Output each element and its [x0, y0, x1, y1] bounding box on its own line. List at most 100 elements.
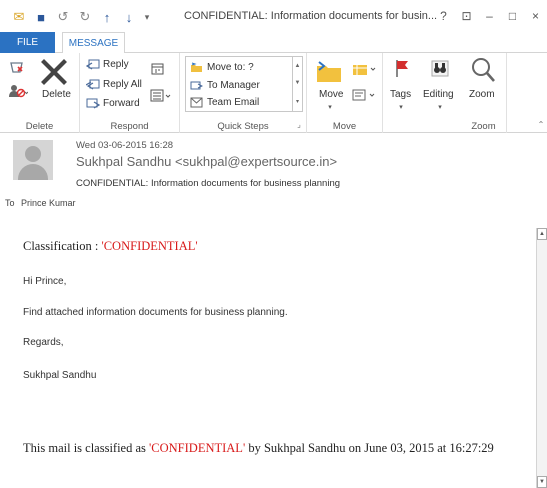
title-bar: ✉ ■ ↺ ↻ ↑ ↓ ▾ CONFIDENTIAL: Information …: [0, 0, 547, 32]
mail-icon: ✉: [13, 9, 25, 24]
binoculars-icon[interactable]: [429, 57, 451, 79]
move-dropdown-icon[interactable]: ▾: [326, 103, 334, 111]
quick-step-team-email[interactable]: Team Email: [189, 96, 259, 108]
quick-steps-gallery: Move to: ? To Manager Team Email ▲ ▼ ▾: [185, 56, 303, 112]
ribbon-tabs: FILE MESSAGE: [0, 32, 547, 54]
tab-file[interactable]: FILE: [0, 32, 55, 53]
quick-steps-group: Move to: ? To Manager Team Email ▲ ▼ ▾ ⌟: [180, 53, 307, 133]
move-group-label: Move: [332, 121, 357, 132]
team-email-icon: [189, 96, 203, 108]
delete-icon[interactable]: [40, 59, 68, 85]
reply-all-button[interactable]: Reply All: [86, 78, 142, 90]
footer-prefix: This mail is classified as: [23, 441, 150, 455]
undo-icon[interactable]: ↺: [52, 8, 74, 26]
editing-group: Editing ▾: [419, 53, 461, 133]
delete-button[interactable]: Delete: [42, 89, 71, 100]
respond-group-label: Respond: [110, 121, 149, 132]
tags-dropdown-icon[interactable]: ▾: [397, 103, 405, 111]
respond-group: Reply Reply All Forward Respond: [80, 53, 180, 133]
zoom-group-label: Zoom: [471, 121, 496, 132]
next-item-icon[interactable]: ↓: [118, 8, 140, 26]
move-folder-icon[interactable]: [315, 57, 343, 85]
reply-all-label: Reply All: [103, 78, 142, 90]
message-body: Classification : 'CONFIDENTIAL' Hi Princ…: [10, 225, 535, 488]
window-controls: ? ⊡ – □ ×: [432, 6, 547, 26]
tags-button[interactable]: Tags: [390, 89, 411, 100]
save-icon[interactable]: ■: [30, 8, 52, 26]
tab-message[interactable]: MESSAGE: [62, 32, 125, 54]
zoom-icon[interactable]: [469, 55, 497, 85]
forward-label: Forward: [103, 97, 140, 109]
reply-all-icon: [86, 78, 100, 90]
folder-arrow-icon: [189, 61, 203, 73]
scroll-up-icon[interactable]: ▲: [295, 63, 301, 69]
quick-step-team-email-label: Team Email: [207, 96, 260, 108]
avatar[interactable]: [13, 140, 53, 180]
rules-icon[interactable]: [351, 61, 377, 77]
more-respond-icon[interactable]: [150, 88, 172, 102]
classification-value: 'CONFIDENTIAL': [101, 239, 198, 253]
gallery-expand-icon[interactable]: ▾: [296, 98, 299, 105]
sent-date: Wed 03-06-2015 16:28: [76, 140, 174, 151]
editing-dropdown-icon[interactable]: ▾: [436, 103, 444, 111]
actions-icon[interactable]: [351, 87, 377, 103]
zoom-button[interactable]: Zoom: [469, 89, 495, 100]
footer-suffix: by Sukhpal Sandhu on June 03, 2015 at 16…: [245, 441, 494, 455]
help-button[interactable]: ?: [432, 6, 455, 26]
forward-manager-icon: [189, 79, 203, 91]
classification-line: Classification : 'CONFIDENTIAL': [23, 239, 198, 254]
forward-icon: [86, 97, 100, 109]
scroll-down-icon[interactable]: ▼: [295, 80, 301, 86]
recipient[interactable]: Prince Kumar: [21, 198, 76, 208]
message-header: Wed 03-06-2015 16:28 Sukhpal Sandhu <suk…: [0, 134, 547, 212]
avatar-body: [18, 164, 48, 180]
recipients-line: To Prince Kumar: [5, 198, 80, 208]
minimize-button[interactable]: –: [478, 6, 501, 26]
zoom-group: Zoom Zoom: [461, 53, 507, 133]
maximize-button[interactable]: □: [501, 6, 524, 26]
forward-button[interactable]: Forward: [86, 97, 140, 109]
quick-step-move-to-label: Move to: ?: [207, 61, 254, 73]
reply-button[interactable]: Reply: [86, 58, 129, 70]
greeting: Hi Prince,: [23, 276, 67, 287]
quick-step-move-to[interactable]: Move to: ?: [189, 61, 254, 73]
vertical-scrollbar[interactable]: ▲ ▼: [536, 228, 547, 488]
ribbon: Delete Delete Reply Reply All Forward Re…: [0, 53, 547, 133]
to-label: To: [5, 198, 15, 208]
delete-group-label: Delete: [25, 121, 54, 132]
quick-step-to-manager-label: To Manager: [207, 79, 260, 91]
editing-button[interactable]: Editing: [423, 89, 454, 100]
close-button[interactable]: ×: [524, 6, 547, 26]
scroll-up-arrow-icon[interactable]: ▲: [537, 228, 547, 240]
ribbon-display-options-button[interactable]: ⊡: [455, 6, 478, 26]
subject: CONFIDENTIAL: Information documents for …: [76, 178, 341, 189]
redo-icon[interactable]: ↻: [74, 8, 96, 26]
scroll-down-arrow-icon[interactable]: ▼: [537, 476, 547, 488]
flag-icon[interactable]: [392, 57, 412, 79]
collapse-ribbon-icon[interactable]: ⌃: [536, 119, 546, 129]
meeting-icon[interactable]: [150, 61, 164, 75]
move-group: Move ▾ Move: [307, 53, 383, 133]
tags-group: Tags ▾: [383, 53, 419, 133]
ignore-icon[interactable]: [8, 59, 26, 75]
classification-footer: This mail is classified as 'CONFIDENTIAL…: [23, 441, 513, 456]
quick-steps-scroll[interactable]: ▲ ▼ ▾: [292, 57, 302, 111]
footer-classification: 'CONFIDENTIAL': [149, 441, 246, 455]
signature: Sukhpal Sandhu: [23, 370, 97, 381]
avatar-head: [25, 146, 41, 162]
quick-steps-group-label: Quick Steps: [217, 121, 269, 132]
body-line: Find attached information documents for …: [23, 307, 288, 318]
quick-access-toolbar: ✉ ■ ↺ ↻ ↑ ↓ ▾: [8, 8, 154, 26]
reply-icon: [86, 58, 100, 70]
junk-icon[interactable]: [8, 83, 28, 99]
regards: Regards,: [23, 337, 64, 348]
window-title: CONFIDENTIAL: Information documents for …: [184, 10, 438, 22]
previous-item-icon[interactable]: ↑: [96, 8, 118, 26]
classification-label: Classification :: [23, 239, 102, 253]
sender[interactable]: Sukhpal Sandhu <sukhpal@expertsource.in>: [76, 154, 337, 169]
reply-label: Reply: [103, 58, 129, 70]
customize-qat-icon[interactable]: ▾: [140, 8, 154, 26]
move-button[interactable]: Move: [319, 89, 343, 100]
delete-group: Delete Delete: [0, 53, 80, 133]
quick-step-to-manager[interactable]: To Manager: [189, 79, 260, 91]
